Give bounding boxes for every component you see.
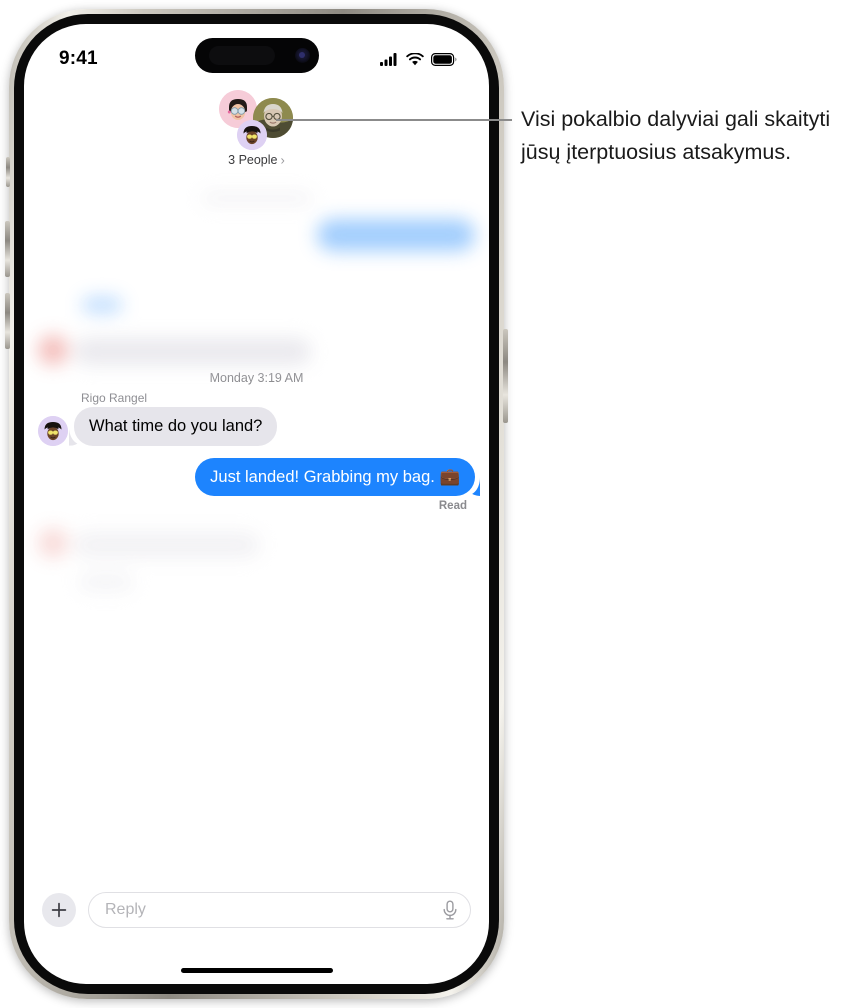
iphone-device: 9:41 3 People › Monday 3:19 AM Rigo Rang… — [5, 9, 508, 999]
mute-switch[interactable] — [6, 157, 10, 187]
message-input-bar[interactable]: Reply — [24, 884, 489, 936]
plus-icon — [51, 902, 67, 918]
memoji-avatar-purple[interactable] — [38, 415, 68, 446]
home-indicator[interactable] — [180, 968, 333, 973]
volume-down-button[interactable] — [5, 293, 10, 349]
power-button[interactable] — [503, 329, 508, 423]
signal-bars-icon — [380, 52, 397, 66]
table-row[interactable]: What time do you land? — [24, 407, 489, 446]
chat-header[interactable]: 3 People › — [24, 90, 489, 167]
blurred-messages-above — [24, 192, 489, 365]
message-bubble-received[interactable]: What time do you land? — [74, 407, 278, 446]
microphone-icon[interactable] — [442, 900, 458, 921]
add-attachment-button[interactable] — [42, 893, 76, 927]
chevron-right-icon: › — [280, 152, 285, 167]
callout-leader-line — [276, 119, 512, 121]
status-indicators — [380, 52, 457, 66]
callout-text: Visi pokalbio dalyviai gali skaityti jūs… — [521, 107, 831, 164]
front-camera-icon — [294, 48, 310, 63]
group-participants-label: 3 People — [228, 153, 278, 167]
group-participants-button[interactable]: 3 People › — [228, 153, 285, 167]
conversation-timestamp: Monday 3:19 AM — [209, 371, 304, 385]
message-list[interactable]: Monday 3:19 AM Rigo Rangel What time do … — [24, 174, 489, 884]
table-row[interactable]: Just landed! Grabbing my bag. 💼 — [24, 457, 489, 497]
device-screen: 9:41 3 People › Monday 3:19 AM Rigo Rang… — [24, 24, 489, 984]
dynamic-island — [194, 38, 319, 73]
blurred-messages-below — [24, 528, 489, 593]
message-bubble-sent[interactable]: Just landed! Grabbing my bag. 💼 — [195, 457, 475, 497]
group-avatar-cluster[interactable] — [211, 90, 303, 152]
battery-full-icon — [431, 52, 457, 66]
message-group-incoming: Rigo Rangel What time do you land? — [24, 391, 489, 446]
wifi-icon — [406, 52, 424, 65]
status-badge: Read — [438, 500, 467, 513]
memoji-avatar-purple[interactable] — [236, 120, 267, 150]
volume-up-button[interactable] — [5, 221, 10, 277]
message-sender-name: Rigo Rangel — [81, 391, 148, 405]
reply-input[interactable]: Reply — [88, 892, 471, 928]
reply-placeholder: Reply — [105, 901, 146, 918]
status-time: 9:41 — [59, 48, 98, 69]
earpiece-speaker — [208, 46, 275, 65]
message-group-outgoing: Just landed! Grabbing my bag. 💼 Read — [24, 457, 489, 513]
